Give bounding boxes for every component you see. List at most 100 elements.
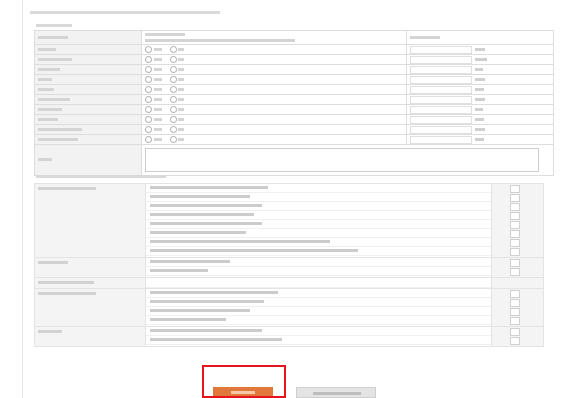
checklist-checkbox[interactable] bbox=[510, 308, 521, 316]
form-row-value-blur bbox=[475, 108, 483, 111]
checklist-group-label-blur bbox=[38, 281, 94, 284]
form-row-value-cell bbox=[406, 54, 554, 65]
checklist-item bbox=[146, 267, 491, 276]
form-row-value-cell bbox=[406, 114, 554, 125]
option1-radio[interactable] bbox=[145, 66, 152, 73]
option2-radio[interactable] bbox=[169, 76, 177, 83]
option2-radio[interactable] bbox=[169, 56, 177, 63]
checklist-item bbox=[146, 307, 491, 316]
checklist-item-text-blur bbox=[149, 269, 208, 272]
form-table-header-col2-blur bbox=[145, 32, 185, 36]
form-row-label-cell bbox=[34, 104, 142, 115]
form-row-value-input[interactable] bbox=[410, 125, 472, 134]
form-row-options-cell bbox=[141, 124, 407, 135]
checklist-item-text-blur bbox=[149, 222, 262, 225]
checklist-checkbox[interactable] bbox=[510, 337, 521, 345]
form-row-value-blur bbox=[475, 88, 484, 91]
checklist-checkbox[interactable] bbox=[510, 230, 521, 238]
checklist-checkbox[interactable] bbox=[510, 299, 521, 307]
checklist-checkbox-cell bbox=[491, 277, 544, 289]
option2-radio[interactable] bbox=[169, 116, 177, 123]
option1-radio[interactable] bbox=[145, 106, 152, 113]
checklist-item bbox=[146, 220, 491, 229]
option2-radio[interactable] bbox=[169, 96, 177, 103]
form-row bbox=[34, 44, 554, 55]
form-table-header bbox=[34, 30, 554, 45]
form-row-value-input[interactable] bbox=[410, 65, 472, 74]
note-field-cell bbox=[141, 144, 554, 176]
option1-label-blur bbox=[153, 48, 162, 51]
checklist-item-text-blur bbox=[149, 318, 226, 321]
form-table-header-col2 bbox=[141, 30, 407, 45]
form-row bbox=[34, 104, 554, 115]
checklist-items-cell bbox=[144, 277, 493, 289]
checklist-checkbox[interactable] bbox=[510, 203, 521, 211]
form-row-value-input[interactable] bbox=[410, 115, 472, 124]
form-row-options-cell bbox=[141, 54, 407, 65]
checklist-item bbox=[146, 185, 491, 193]
checklist-items-cell bbox=[144, 257, 493, 278]
option1-radio[interactable] bbox=[145, 126, 152, 133]
checklist-group-label-cell bbox=[34, 257, 146, 278]
checklist-item-text-blur bbox=[149, 300, 264, 303]
option1-radio[interactable] bbox=[145, 76, 152, 83]
form-row-options-cell bbox=[141, 74, 407, 85]
option2-label-blur bbox=[178, 88, 185, 91]
button-bar bbox=[0, 377, 568, 398]
option1-radio[interactable] bbox=[145, 86, 152, 93]
option1-radio[interactable] bbox=[145, 56, 152, 63]
option1-radio[interactable] bbox=[145, 46, 152, 53]
checklist-item-text-blur bbox=[149, 204, 262, 207]
checklist-item bbox=[146, 247, 491, 256]
checklist-item bbox=[146, 336, 491, 345]
checklist-item-text-blur bbox=[149, 291, 278, 294]
form-row bbox=[34, 64, 554, 75]
checklist-checkbox[interactable] bbox=[510, 212, 521, 220]
checklist-checkbox-cell bbox=[491, 257, 544, 278]
checklist-item bbox=[146, 229, 491, 238]
option2-label-blur bbox=[178, 78, 185, 81]
checklist-checkbox[interactable] bbox=[510, 221, 521, 229]
form-row bbox=[34, 134, 554, 145]
checklist-checkbox[interactable] bbox=[510, 317, 521, 325]
secondary-button[interactable] bbox=[296, 387, 376, 398]
form-row-value-input[interactable] bbox=[410, 55, 472, 64]
option2-radio[interactable] bbox=[169, 106, 177, 113]
option1-label-blur bbox=[153, 58, 162, 61]
checklist-checkbox[interactable] bbox=[510, 194, 521, 202]
option2-radio[interactable] bbox=[169, 66, 177, 73]
form-table-header-col1-blur bbox=[38, 35, 68, 39]
submit-button[interactable] bbox=[213, 387, 273, 398]
page-heading-text-blur bbox=[30, 11, 220, 14]
checklist-checkbox[interactable] bbox=[510, 248, 521, 256]
form-row-label-blur bbox=[38, 97, 70, 101]
option2-label-blur bbox=[178, 118, 185, 121]
checklist-checkbox[interactable] bbox=[510, 185, 521, 193]
form-row-value-input[interactable] bbox=[410, 45, 472, 54]
note-textarea[interactable] bbox=[145, 148, 539, 172]
form-table-header-col3-blur bbox=[410, 35, 440, 39]
option1-radio[interactable] bbox=[145, 96, 152, 103]
option1-radio[interactable] bbox=[145, 116, 152, 123]
checklist-items-cell bbox=[144, 288, 493, 327]
option2-radio[interactable] bbox=[169, 86, 177, 93]
form-row-value-input[interactable] bbox=[410, 85, 472, 94]
checklist-checkbox[interactable] bbox=[510, 259, 521, 267]
option1-radio[interactable] bbox=[145, 136, 152, 143]
checklist-item-text-blur bbox=[149, 213, 254, 216]
checklist-checkbox[interactable] bbox=[510, 328, 521, 336]
form-row-value-input[interactable] bbox=[410, 105, 472, 114]
checklist-checkbox[interactable] bbox=[510, 268, 521, 276]
checklist-group-label-cell bbox=[34, 288, 146, 327]
form-row-value-input[interactable] bbox=[410, 75, 472, 84]
form-row-value-input[interactable] bbox=[410, 135, 472, 144]
checklist-items-cell bbox=[144, 326, 493, 347]
form-row-value-input[interactable] bbox=[410, 95, 472, 104]
option2-radio[interactable] bbox=[169, 136, 177, 143]
form-row-value-cell bbox=[406, 64, 554, 75]
checklist-checkbox[interactable] bbox=[510, 290, 521, 298]
checklist-checkbox[interactable] bbox=[510, 239, 521, 247]
option2-radio[interactable] bbox=[169, 126, 177, 133]
form-table-header-col1 bbox=[34, 30, 142, 45]
option2-radio[interactable] bbox=[169, 46, 177, 53]
